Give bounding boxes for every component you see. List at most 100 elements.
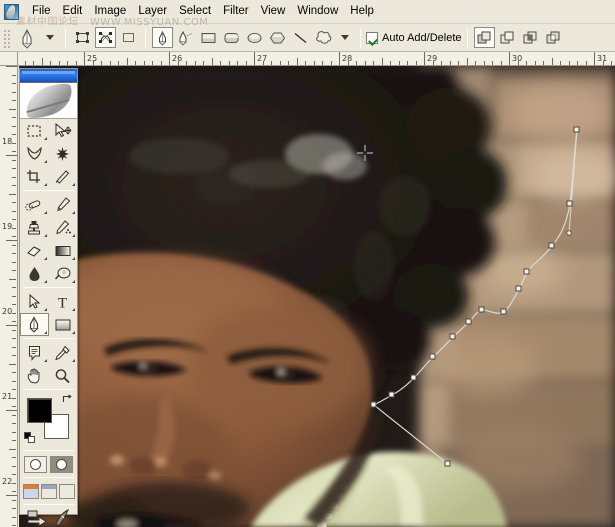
geometry-options-chevron-down-icon[interactable] (341, 35, 349, 40)
foreground-color-swatch[interactable] (27, 398, 52, 423)
toolbox-panel[interactable]: T (19, 68, 78, 527)
divider (65, 27, 66, 48)
hand-tool-button[interactable] (20, 364, 49, 387)
exclude-overlapping-path-areas-button[interactable] (543, 27, 564, 48)
crop-tool-button[interactable] (20, 165, 49, 188)
menu-item-layer[interactable]: Layer (132, 2, 173, 22)
magic-wand-tool-button[interactable] (49, 142, 78, 165)
vertical-ruler[interactable]: 18 19 20 21 22 (0, 52, 18, 527)
pen-tool-button[interactable] (20, 313, 49, 336)
full-screen-with-menubar-button[interactable] (40, 483, 57, 499)
full-screen-mode-button[interactable] (58, 483, 75, 499)
rectangle-shape-tool-button[interactable] (49, 313, 78, 336)
eyedropper-tool-button[interactable] (49, 341, 78, 364)
v-ruler-label: 18 (2, 137, 13, 146)
brush-tool-button[interactable] (49, 193, 78, 216)
auto-add-delete-check-icon[interactable] (366, 31, 378, 44)
notes-tool-button[interactable] (20, 341, 49, 364)
gradient-tool-button[interactable] (49, 239, 78, 262)
line-tool-button[interactable] (290, 27, 311, 48)
rectangle-tool-button[interactable] (198, 27, 219, 48)
freeform-pen-tool-button[interactable] (175, 27, 196, 48)
blur-tool-button[interactable] (20, 262, 49, 285)
v-ruler-label: 19 (2, 222, 13, 231)
tool-preset-chevron-down-icon[interactable] (46, 35, 54, 40)
horizontal-ruler[interactable]: 25 26 27 28 29 30 31 (18, 52, 615, 66)
pen-tool-button[interactable] (152, 27, 173, 48)
type-tool-button[interactable]: T (49, 290, 78, 313)
toolbox-title-bar[interactable] (20, 69, 77, 83)
path-selection-tool-button[interactable] (20, 290, 49, 313)
photoshop-feather-logo-icon (2, 2, 22, 22)
menu-bar: File Edit Image Layer Select Filter View… (0, 0, 615, 24)
ruler-corner-box[interactable] (0, 52, 18, 66)
marquee-tool-button[interactable] (20, 119, 49, 142)
ellipse-tool-button[interactable] (244, 27, 265, 48)
toolbox-group-vector: T (20, 290, 77, 336)
zoom-tool-button[interactable] (49, 364, 78, 387)
rounded-rectangle-tool-button[interactable] (221, 27, 242, 48)
standard-screen-mode-button[interactable] (22, 483, 39, 499)
toolbox-group-selection (20, 119, 77, 188)
mask-mode-group (20, 453, 77, 475)
menu-item-help[interactable]: Help (344, 2, 380, 22)
jump-to-group (20, 507, 77, 527)
clone-stamp-tool-button[interactable] (20, 216, 49, 239)
svg-text:T: T (58, 295, 67, 310)
divider (23, 287, 74, 288)
swap-colors-icon[interactable] (62, 394, 73, 405)
lasso-tool-button[interactable] (20, 142, 49, 165)
custom-shape-tool-button[interactable] (313, 27, 334, 48)
divider (23, 450, 74, 451)
auto-add-delete-label: Auto Add/Delete (382, 31, 462, 44)
photoshop-window: File Edit Image Layer Select Filter View… (0, 0, 615, 527)
screen-mode-group (20, 480, 77, 502)
jump-to-imageready-button[interactable] (26, 509, 50, 527)
shape-layers-button[interactable] (72, 27, 93, 48)
paths-button[interactable] (95, 27, 116, 48)
healing-brush-tool-button[interactable] (20, 193, 49, 216)
fill-pixels-button[interactable] (118, 27, 139, 48)
menu-item-window[interactable]: Window (291, 2, 344, 22)
divider (23, 477, 74, 478)
polygon-tool-button[interactable] (267, 27, 288, 48)
color-swatches[interactable] (20, 392, 77, 448)
toolbox-group-misc (20, 341, 77, 387)
divider (23, 389, 74, 390)
eraser-tool-button[interactable] (20, 239, 49, 262)
standard-mode-button[interactable] (24, 455, 47, 473)
divider (23, 504, 74, 505)
divider (466, 27, 468, 48)
active-tool-preview-pen-icon[interactable] (14, 27, 40, 49)
add-to-path-area-button[interactable] (473, 27, 495, 48)
default-colors-icon[interactable] (24, 432, 35, 443)
intersect-path-areas-button[interactable] (520, 27, 541, 48)
subtract-from-path-area-button[interactable] (497, 27, 518, 48)
v-ruler-label: 20 (2, 307, 13, 316)
divider (23, 338, 74, 339)
options-bar-grip[interactable] (2, 27, 11, 48)
document-canvas[interactable] (19, 66, 615, 527)
menu-item-view[interactable]: View (255, 2, 292, 22)
menu-item-file[interactable]: File (26, 2, 57, 22)
move-tool-button[interactable] (49, 119, 78, 142)
slice-tool-button[interactable] (49, 165, 78, 188)
menu-item-select[interactable]: Select (173, 2, 217, 22)
divider (360, 27, 361, 48)
document-image[interactable] (19, 66, 615, 527)
v-ruler-label: 21 (2, 392, 13, 401)
v-ruler-label: 22 (2, 477, 13, 486)
toolbox-group-retouch (20, 193, 77, 285)
toolbox-feather-logo-icon (20, 83, 77, 119)
imageready-icon[interactable] (53, 508, 71, 527)
divider (145, 27, 146, 48)
menu-item-filter[interactable]: Filter (217, 2, 255, 22)
dodge-tool-button[interactable] (49, 262, 78, 285)
quick-mask-mode-button[interactable] (50, 455, 73, 473)
menu-item-image[interactable]: Image (88, 2, 132, 22)
divider (23, 190, 74, 191)
auto-add-delete-checkbox[interactable]: Auto Add/Delete (366, 31, 462, 44)
menu-item-edit[interactable]: Edit (57, 2, 89, 22)
options-bar: Auto Add/Delete (0, 24, 615, 52)
history-brush-tool-button[interactable] (49, 216, 78, 239)
